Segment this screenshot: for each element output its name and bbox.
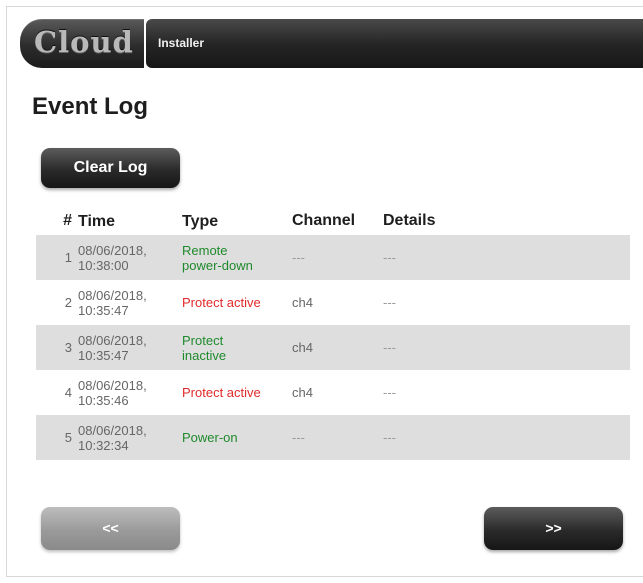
prev-page-button[interactable]: << [41,507,180,550]
row-channel: ch4 [292,295,313,310]
row-time-text: 10:35:46 [78,392,129,408]
table-row: 4 08/06/2018, 10:35:46 Protect active ch… [36,370,630,415]
row-time-text: 10:35:47 [78,347,129,363]
page-title: Event Log [32,93,149,120]
row-date-text: 08/06/2018, [78,422,147,438]
next-page-button[interactable]: >> [484,507,623,550]
cloud-logo[interactable]: Cloud [20,19,144,68]
row-details: --- [383,385,396,400]
row-type-line2: power-down [182,257,253,273]
row-type-line1: Remote [182,242,228,258]
column-header-num: # [63,212,72,229]
row-time: 08/06/2018, 10:35:46 [78,378,182,408]
row-date-text: 08/06/2018, [78,287,147,303]
row-details: --- [383,295,396,310]
nav-item-installer[interactable]: Installer [158,36,204,50]
column-header-time: Time [78,212,116,230]
logo-text: Cloud [34,25,134,59]
clear-log-button[interactable]: Clear Log [41,148,180,188]
nav-bar: Installer [146,19,643,68]
row-type: Protect active [182,385,292,400]
row-channel: --- [292,250,305,265]
row-type-line1: Protect active [182,295,261,310]
table-row: 2 08/06/2018, 10:35:47 Protect active ch… [36,280,630,325]
row-details: --- [383,250,396,265]
row-time-text: 10:38:00 [78,257,129,273]
column-header-type: Type [182,212,219,230]
row-type-line1: Protect [182,332,224,348]
row-type-line2: inactive [182,347,227,363]
table-row: 5 08/06/2018, 10:32:34 Power-on --- --- [36,415,630,460]
row-time: 08/06/2018, 10:32:34 [78,423,182,453]
row-date-text: 08/06/2018, [78,377,147,393]
column-header-details: Details [383,212,436,229]
row-channel: ch4 [292,340,313,355]
row-time: 08/06/2018, 10:38:00 [78,243,182,273]
row-time-text: 10:32:34 [78,437,129,453]
row-type-line1: Protect active [182,385,261,400]
table-row: 1 08/06/2018, 10:38:00 Remote power-down… [36,235,630,280]
table-row: 3 08/06/2018, 10:35:47 Protect inactive … [36,325,630,370]
row-time: 08/06/2018, 10:35:47 [78,288,182,318]
row-channel: --- [292,430,305,445]
row-type: Protect inactive [182,333,292,363]
row-date-text: 08/06/2018, [78,242,147,258]
row-number: 2 [64,295,72,310]
row-type: Protect active [182,295,292,310]
row-type: Power-on [182,430,292,445]
app-header: Cloud Installer [20,19,643,68]
row-type: Remote power-down [182,243,292,273]
row-number: 5 [64,430,72,445]
row-number: 1 [64,250,72,265]
row-time: 08/06/2018, 10:35:47 [78,333,182,363]
event-log-table: # Time Type Channel Details 1 08/06/2018… [36,207,630,460]
row-time-text: 10:35:47 [78,302,129,318]
row-type-line1: Power-on [182,430,238,445]
table-header: # Time Type Channel Details [36,207,630,235]
column-header-channel: Channel [292,212,356,229]
row-date-text: 08/06/2018, [78,332,147,348]
row-number: 4 [64,385,72,400]
row-channel: ch4 [292,385,313,400]
row-number: 3 [64,340,72,355]
row-details: --- [383,340,396,355]
row-details: --- [383,430,396,445]
